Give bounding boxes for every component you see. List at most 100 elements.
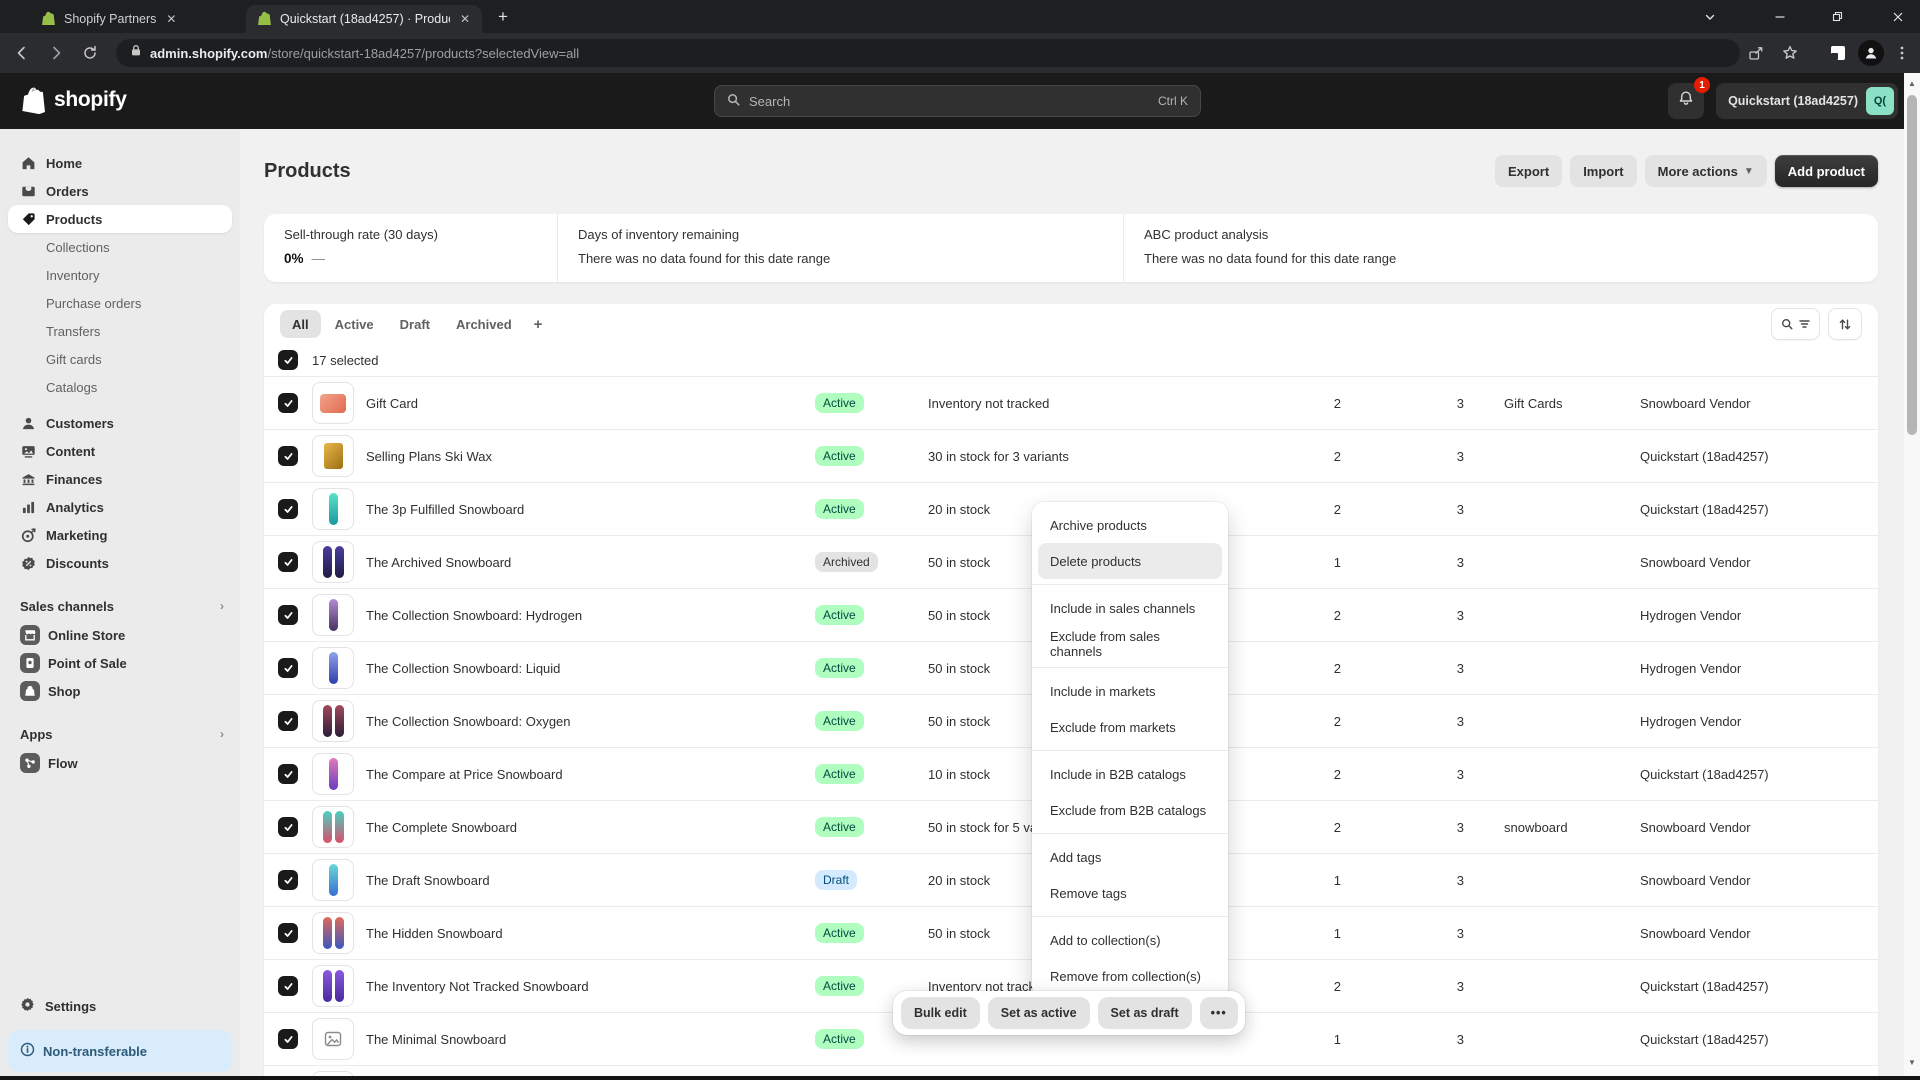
- menu-item-include-in-sales-channels[interactable]: Include in sales channels: [1038, 590, 1222, 626]
- product-thumbnail[interactable]: [312, 753, 354, 795]
- product-name[interactable]: Gift Card: [366, 396, 813, 411]
- browser-tab-partners[interactable]: Shopify Partners ✕: [30, 5, 242, 33]
- menu-item-add-tags[interactable]: Add tags: [1038, 839, 1222, 875]
- sidebar-item-purchase-orders[interactable]: Purchase orders: [8, 289, 232, 317]
- menu-item-delete-products[interactable]: Delete products: [1038, 543, 1222, 579]
- sidebar-item-catalogs[interactable]: Catalogs: [8, 373, 232, 401]
- product-name[interactable]: The Collection Snowboard: Oxygen: [366, 714, 813, 729]
- row-checkbox[interactable]: [278, 658, 298, 678]
- row-checkbox[interactable]: [278, 711, 298, 731]
- product-thumbnail[interactable]: [312, 488, 354, 530]
- row-checkbox[interactable]: [278, 923, 298, 943]
- metric-sell-through[interactable]: Sell-through rate (30 days) 0%—: [264, 214, 557, 282]
- tab-draft[interactable]: Draft: [388, 310, 442, 338]
- scrollbar-thumb[interactable]: [1907, 95, 1917, 435]
- reload-icon[interactable]: [78, 41, 102, 65]
- metric-days-inventory[interactable]: Days of inventory remaining There was no…: [557, 214, 1123, 282]
- sidebar-item-finances[interactable]: Finances: [8, 465, 232, 493]
- product-name[interactable]: The Archived Snowboard: [366, 555, 813, 570]
- row-checkbox[interactable]: [278, 870, 298, 890]
- sidebar-item-customers[interactable]: Customers: [8, 409, 232, 437]
- scroll-up-arrow[interactable]: ▲: [1904, 75, 1920, 91]
- row-checkbox[interactable]: [278, 817, 298, 837]
- product-thumbnail[interactable]: [312, 382, 354, 424]
- menu-item-exclude-from-sales-channels[interactable]: Exclude from sales channels: [1038, 626, 1222, 662]
- sidebar-item-transfers[interactable]: Transfers: [8, 317, 232, 345]
- row-checkbox[interactable]: [278, 764, 298, 784]
- product-name[interactable]: Selling Plans Ski Wax: [366, 449, 813, 464]
- product-name[interactable]: The Draft Snowboard: [366, 873, 813, 888]
- product-name[interactable]: The Collection Snowboard: Hydrogen: [366, 608, 813, 623]
- menu-item-add-to-collection-s[interactable]: Add to collection(s): [1038, 922, 1222, 958]
- tab-close-icon[interactable]: ✕: [458, 12, 472, 26]
- more-actions-button[interactable]: More actions▼: [1645, 155, 1767, 187]
- menu-item-include-in-b2b-catalogs[interactable]: Include in B2B catalogs: [1038, 756, 1222, 792]
- sidebar-item-collections[interactable]: Collections: [8, 233, 232, 261]
- extension-icon[interactable]: [1826, 41, 1850, 65]
- metric-abc-analysis[interactable]: ABC product analysis There was no data f…: [1123, 214, 1878, 282]
- search-filter-button[interactable]: [1771, 308, 1820, 340]
- product-thumbnail[interactable]: [312, 806, 354, 848]
- product-thumbnail[interactable]: [312, 700, 354, 742]
- sidebar-section-sales-channels[interactable]: Sales channels ›: [8, 591, 232, 621]
- row-checkbox[interactable]: [278, 393, 298, 413]
- menu-item-remove-tags[interactable]: Remove tags: [1038, 875, 1222, 911]
- menu-item-exclude-from-b2b-catalogs[interactable]: Exclude from B2B catalogs: [1038, 792, 1222, 828]
- tab-active[interactable]: Active: [323, 310, 386, 338]
- product-thumbnail[interactable]: [312, 435, 354, 477]
- forward-icon[interactable]: [44, 41, 68, 65]
- sidebar-item-orders[interactable]: Orders: [8, 177, 232, 205]
- sidebar-item-products[interactable]: Products: [8, 205, 232, 233]
- row-checkbox[interactable]: [278, 446, 298, 466]
- product-thumbnail[interactable]: [312, 541, 354, 583]
- sidebar-item-content[interactable]: Content: [8, 437, 232, 465]
- sidebar-section-apps[interactable]: Apps ›: [8, 719, 232, 749]
- set-as-active-button[interactable]: Set as active: [988, 997, 1090, 1029]
- tab-search-chevron-icon[interactable]: [1704, 0, 1716, 33]
- sidebar-item-marketing[interactable]: Marketing: [8, 521, 232, 549]
- global-search-input[interactable]: Search Ctrl K: [714, 85, 1201, 117]
- more-bulk-actions-button[interactable]: •••: [1200, 997, 1238, 1029]
- menu-item-archive-products[interactable]: Archive products: [1038, 507, 1222, 543]
- sidebar-item-online-store[interactable]: Online Store: [8, 621, 232, 649]
- row-checkbox[interactable]: [278, 499, 298, 519]
- row-checkbox[interactable]: [278, 605, 298, 625]
- bookmark-star-icon[interactable]: [1778, 41, 1802, 65]
- product-thumbnail[interactable]: [312, 1018, 354, 1060]
- product-name[interactable]: The Complete Snowboard: [366, 820, 813, 835]
- add-product-button[interactable]: Add product: [1775, 155, 1878, 187]
- row-checkbox[interactable]: [278, 976, 298, 996]
- browser-menu-kebab-icon[interactable]: [1890, 41, 1914, 65]
- row-checkbox[interactable]: [278, 1029, 298, 1049]
- store-menu-button[interactable]: Quickstart (18ad4257) Q(: [1716, 83, 1898, 119]
- sidebar-item-analytics[interactable]: Analytics: [8, 493, 232, 521]
- row-checkbox[interactable]: [278, 552, 298, 572]
- select-all-checkbox[interactable]: [278, 350, 298, 370]
- window-restore-button[interactable]: [1831, 0, 1844, 33]
- new-tab-button[interactable]: +: [498, 8, 508, 25]
- sidebar-item-settings[interactable]: Settings: [8, 992, 232, 1020]
- product-name[interactable]: The Inventory Not Tracked Snowboard: [366, 979, 813, 994]
- product-name[interactable]: The Hidden Snowboard: [366, 926, 813, 941]
- product-name[interactable]: The Minimal Snowboard: [366, 1032, 813, 1047]
- bulk-edit-button[interactable]: Bulk edit: [901, 997, 980, 1029]
- product-thumbnail[interactable]: [312, 594, 354, 636]
- tab-all[interactable]: All: [280, 310, 321, 338]
- sidebar-item-inventory[interactable]: Inventory: [8, 261, 232, 289]
- menu-item-exclude-from-markets[interactable]: Exclude from markets: [1038, 709, 1222, 745]
- menu-item-remove-from-collection-s[interactable]: Remove from collection(s): [1038, 958, 1222, 994]
- sort-button[interactable]: [1828, 308, 1862, 340]
- set-as-draft-button[interactable]: Set as draft: [1098, 997, 1192, 1029]
- sidebar-item-flow[interactable]: Flow: [8, 749, 232, 777]
- window-minimize-button[interactable]: [1774, 0, 1786, 33]
- window-close-button[interactable]: [1892, 0, 1904, 33]
- sidebar-item-point-of-sale[interactable]: Point of Sale: [8, 649, 232, 677]
- product-name[interactable]: The 3p Fulfilled Snowboard: [366, 502, 813, 517]
- browser-tab-products[interactable]: Quickstart (18ad4257) · Products ✕: [246, 5, 482, 33]
- tab-close-icon[interactable]: ✕: [164, 12, 178, 26]
- product-thumbnail[interactable]: [312, 859, 354, 901]
- scroll-down-arrow[interactable]: ▼: [1904, 1054, 1920, 1070]
- import-button[interactable]: Import: [1570, 155, 1636, 187]
- product-name[interactable]: The Compare at Price Snowboard: [366, 767, 813, 782]
- non-transferable-banner[interactable]: Non-transferable: [8, 1030, 232, 1072]
